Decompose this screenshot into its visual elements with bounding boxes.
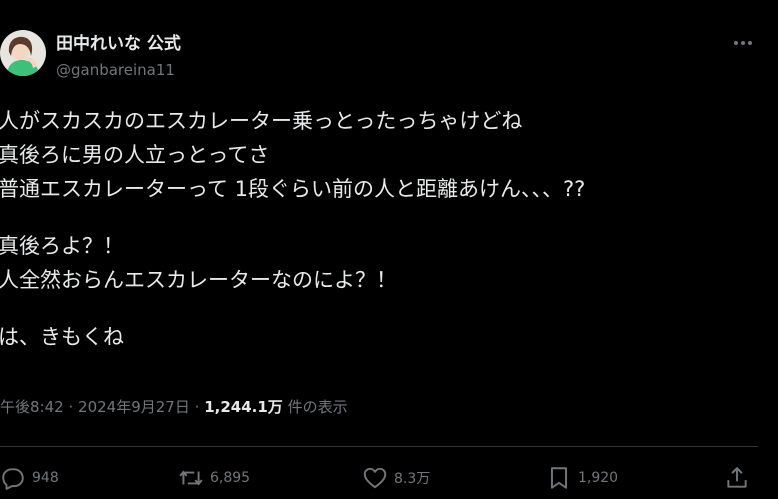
views-label: 件の表示 [287,398,348,416]
avatar-image [0,30,46,76]
post-date[interactable]: 2024年9月27日 [78,398,190,416]
action-bar: 948 6,895 8.3万 1,920 [0,462,778,494]
tweet-text-line: 真後ろに男の人立っとってさ [0,143,270,167]
tweet-text-blank-line [0,206,758,229]
reply-button[interactable]: 948 [0,462,59,494]
tweet-text: 人がスカスカのエスカレーター乗っとったっちゃけどね 真後ろに男の人立っとってさ … [0,104,758,354]
tweet-text-blank-line [0,297,758,320]
avatar[interactable] [0,30,46,76]
bookmark-icon [550,467,568,489]
like-count: 8.3万 [394,471,431,487]
tweet-text-line: 真後ろよ？！ [0,234,124,258]
tweet-text-line: 普通エスカレーターって 1段ぐらい前の人と距離あけん、、、?? [0,177,586,201]
like-button[interactable]: 8.3万 [362,462,430,494]
repost-count: 6,895 [210,470,251,486]
bookmark-count: 1,920 [578,470,619,486]
reply-icon [2,468,24,490]
divider [0,446,758,447]
meta-separator: · [68,398,74,416]
display-name[interactable]: 田中れいな 公式 [56,33,181,55]
share-icon [727,467,747,488]
reply-count: 948 [32,470,59,486]
more-horizontal-icon [734,41,752,45]
bookmark-button[interactable]: 1,920 [546,462,618,494]
views-count: 1,244.1万 [204,398,283,416]
author-info: 田中れいな 公式 @ganbareina11 [56,33,181,81]
post-time[interactable]: 午後8:42 [0,398,64,416]
tweet-detail: 田中れいな 公式 @ganbareina11 人がスカスカのエスカレーター乗っと… [0,0,778,499]
tweet-metadata: 午後8:42 · 2024年9月27日 · 1,244.1万 件の表示 [0,396,348,418]
user-handle[interactable]: @ganbareina11 [56,59,181,81]
tweet-text-line: 人全然おらんエスカレーターなのによ？！ [0,268,397,292]
share-button[interactable] [724,462,756,494]
tweet-text-line: 人がスカスカのエスカレーター乗っとったっちゃけどね [0,109,523,133]
heart-icon [363,467,387,489]
repost-icon [179,470,203,486]
repost-button[interactable]: 6,895 [178,462,250,494]
meta-separator: · [194,398,200,416]
tweet-text-line: は、きもくね [0,325,124,349]
more-options-button[interactable] [728,32,758,54]
